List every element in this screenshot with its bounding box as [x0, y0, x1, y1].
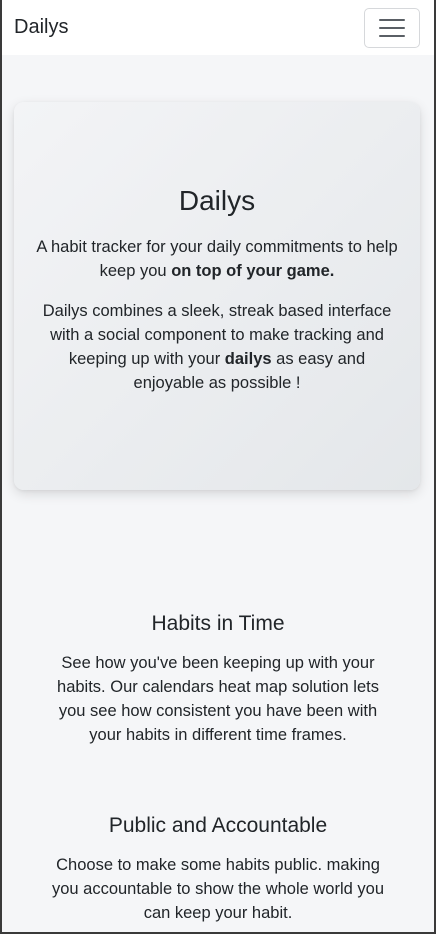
- feature-public-and-accountable: Public and Accountable Choose to make so…: [2, 813, 434, 925]
- hero-description-emphasis: dailys: [224, 350, 272, 368]
- hero-title: Dailys: [178, 185, 256, 216]
- feature-title: Public and Accountable: [108, 814, 328, 837]
- hero-card: Dailys A habit tracker for your daily co…: [14, 102, 420, 490]
- feature-text: Choose to make some habits public. makin…: [51, 856, 385, 922]
- feature-habits-in-time: Habits in Time See how you've been keepi…: [2, 611, 434, 747]
- hamburger-menu-icon: [379, 26, 405, 29]
- hamburger-menu-icon: [379, 18, 405, 21]
- navbar-toggler-button[interactable]: [364, 7, 420, 48]
- navbar-brand[interactable]: Dailys: [14, 16, 68, 39]
- hero-description: Dailys combines a sleek, streak based in…: [32, 299, 402, 395]
- feature-title: Habits in Time: [151, 612, 285, 635]
- hamburger-menu-icon: [379, 34, 405, 37]
- navbar: Dailys: [2, 0, 434, 55]
- feature-text: See how you've been keeping up with your…: [57, 654, 379, 744]
- hero-tagline-emphasis: on top of your game.: [171, 262, 335, 280]
- hero-tagline: A habit tracker for your daily commitmen…: [32, 235, 402, 283]
